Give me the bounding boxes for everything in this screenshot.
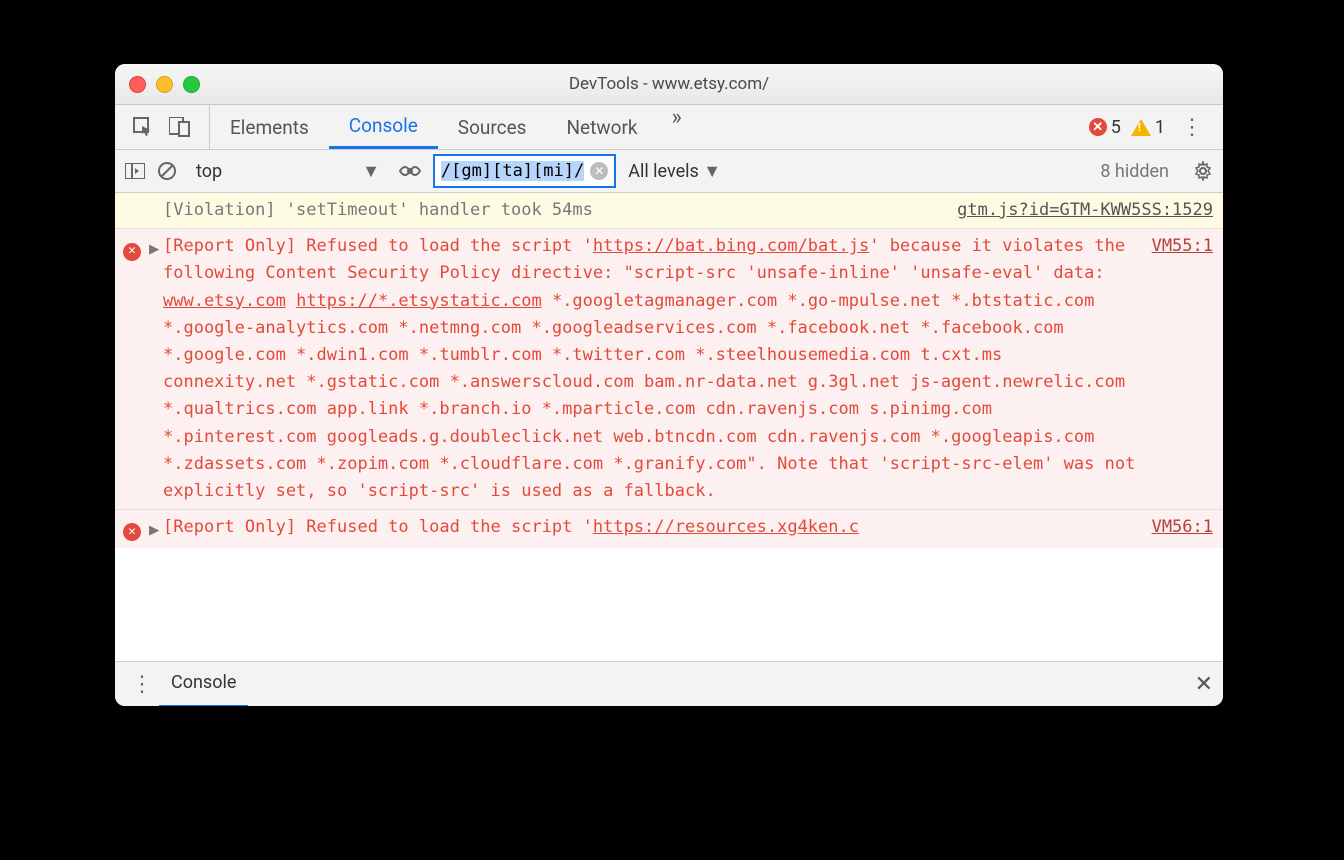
- log-message: [Violation] 'setTimeout' handler took 54…: [163, 197, 957, 224]
- warning-count: 1: [1155, 117, 1165, 138]
- log-source-link[interactable]: VM56:1: [1152, 514, 1213, 541]
- log-source-link[interactable]: gtm.js?id=GTM-KWW5SS:1529: [957, 197, 1213, 224]
- tab-network[interactable]: Network: [546, 105, 657, 149]
- tab-console[interactable]: Console: [329, 105, 438, 149]
- levels-label: All levels: [628, 161, 699, 182]
- device-toolbar-icon[interactable]: [169, 117, 191, 137]
- warning-icon: [1131, 119, 1151, 136]
- clear-filter-icon[interactable]: ✕: [590, 162, 608, 180]
- console-settings-icon[interactable]: [1193, 161, 1213, 181]
- close-drawer-icon[interactable]: ✕: [1195, 672, 1213, 697]
- execution-context-selector[interactable]: top ▼: [189, 158, 387, 185]
- close-window-button[interactable]: [129, 76, 146, 93]
- hidden-messages-count[interactable]: 8 hidden: [1100, 161, 1169, 182]
- titlebar: DevTools - www.etsy.com/: [115, 64, 1223, 105]
- error-icon: ✕: [1089, 118, 1107, 136]
- drawer-tab-console[interactable]: Console: [159, 661, 248, 707]
- csp-host-link[interactable]: https://*.etsystatic.com: [296, 291, 542, 311]
- log-message: [Report Only] Refused to load the script…: [163, 514, 1152, 541]
- log-entry-error[interactable]: ✕ ▶ [Report Only] Refused to load the sc…: [115, 510, 1223, 548]
- live-expression-icon[interactable]: [399, 163, 421, 179]
- drawer: ⋮ Console ✕: [115, 661, 1223, 706]
- filter-text: /[gm][ta][mi]/: [441, 161, 584, 181]
- error-icon: ✕: [123, 523, 141, 541]
- filter-input[interactable]: /[gm][ta][mi]/ ✕: [433, 154, 616, 188]
- log-message: [Report Only] Refused to load the script…: [163, 233, 1152, 505]
- log-entry-error[interactable]: ✕ ▶ [Report Only] Refused to load the sc…: [115, 229, 1223, 510]
- log-entry-violation[interactable]: [Violation] 'setTimeout' handler took 54…: [115, 193, 1223, 229]
- devtools-window: DevTools - www.etsy.com/ Elements Consol…: [115, 64, 1223, 706]
- console-log-area: [Violation] 'setTimeout' handler took 54…: [115, 193, 1223, 661]
- log-source-link[interactable]: VM55:1: [1152, 233, 1213, 260]
- disclosure-triangle-icon[interactable]: ▶: [149, 514, 163, 544]
- traffic-lights: [129, 76, 200, 93]
- inspect-element-icon[interactable]: [133, 117, 153, 137]
- chevron-down-icon: ▼: [362, 161, 380, 182]
- clear-console-icon[interactable]: [157, 161, 177, 181]
- blocked-script-url[interactable]: https://bat.bing.com/bat.js: [593, 236, 869, 256]
- context-label: top: [196, 161, 222, 182]
- console-filterbar: top ▼ /[gm][ta][mi]/ ✕ All levels ▼ 8 hi…: [115, 150, 1223, 193]
- minimize-window-button[interactable]: [156, 76, 173, 93]
- tab-sources[interactable]: Sources: [438, 105, 547, 149]
- error-count-badge[interactable]: ✕ 5: [1089, 117, 1121, 138]
- console-sidebar-toggle-icon[interactable]: [125, 163, 145, 179]
- tab-elements[interactable]: Elements: [210, 105, 329, 149]
- more-tabs-icon[interactable]: »: [658, 105, 696, 149]
- disclosure-triangle-icon[interactable]: ▶: [149, 233, 163, 263]
- csp-host-link[interactable]: www.etsy.com: [163, 291, 286, 311]
- window-title: DevTools - www.etsy.com/: [115, 74, 1223, 94]
- log-levels-selector[interactable]: All levels ▼: [628, 161, 721, 182]
- panel-tabbar: Elements Console Sources Network » ✕ 5 1…: [115, 105, 1223, 150]
- settings-menu-icon[interactable]: ⋮: [1175, 115, 1209, 140]
- drawer-menu-icon[interactable]: ⋮: [125, 672, 159, 697]
- blocked-script-url[interactable]: https://resources.xg4ken.c: [593, 517, 859, 537]
- zoom-window-button[interactable]: [183, 76, 200, 93]
- error-icon: ✕: [123, 243, 141, 261]
- error-count: 5: [1111, 117, 1121, 138]
- warning-count-badge[interactable]: 1: [1131, 117, 1165, 138]
- chevron-down-icon: ▼: [703, 161, 721, 182]
